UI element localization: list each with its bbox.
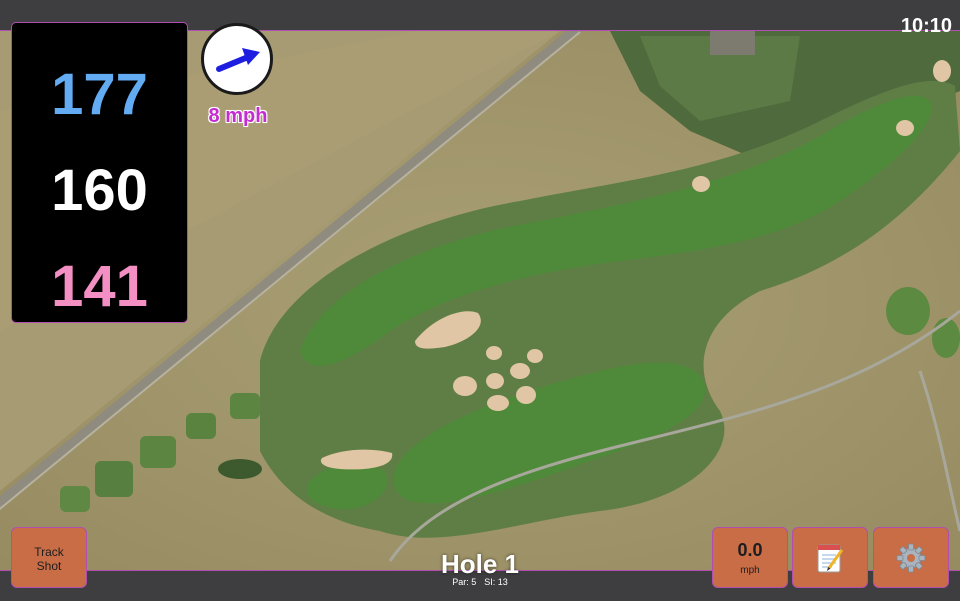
stroke-index-label: SI: 13 [484, 577, 508, 587]
back-distance: 177 [51, 62, 148, 127]
wind-direction-dial [201, 23, 273, 95]
hole-title: Hole 1 [440, 549, 520, 579]
track-shot-label: Track Shot [34, 545, 64, 573]
middle-distance: 160 [51, 158, 148, 223]
scorecard-notes-button[interactable] [792, 527, 868, 588]
par-label: Par: 5 [452, 577, 477, 587]
speed-value: 0.0 [737, 540, 763, 560]
wind-speed: 8 mph [208, 105, 268, 127]
hole-info: Par: 5 SI: 13 [400, 577, 560, 587]
front-distance: 141 [51, 254, 148, 319]
gear-icon [896, 543, 926, 572]
wind-arrow-icon [216, 48, 260, 72]
distance-panel: 177 160 141 [11, 22, 188, 323]
notepad-icon [817, 544, 844, 572]
speed-button[interactable]: 0.0 mph [712, 527, 788, 588]
track-shot-button[interactable]: Track Shot [11, 527, 87, 588]
speed-unit: mph [740, 565, 760, 576]
clock: 10:10 [900, 15, 952, 37]
settings-button[interactable] [873, 527, 949, 588]
